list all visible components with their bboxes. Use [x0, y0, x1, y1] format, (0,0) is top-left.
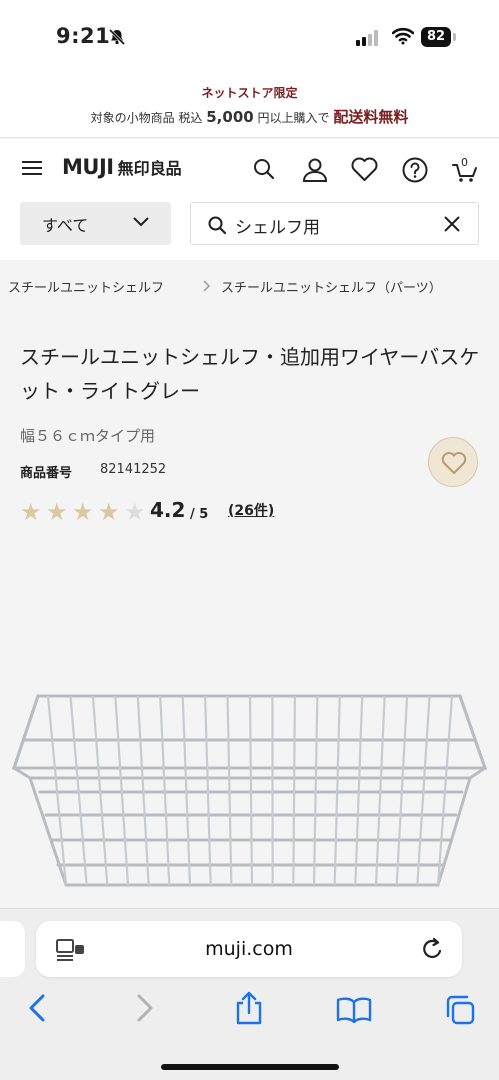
promo-headline: ネットストア限定 [201, 86, 298, 100]
search-query: シェルフ用 [235, 218, 320, 238]
product-title: スチールユニットシェルフ・追加用ワイヤーバスケット・ライトグレー [20, 345, 480, 403]
add-to-favorites-button[interactable] [428, 437, 478, 487]
help-question-icon[interactable] [402, 157, 428, 183]
promo-amount: 5,000 [206, 108, 254, 126]
share-icon[interactable] [234, 991, 264, 1025]
battery-tip [453, 33, 456, 41]
star-filled-icon: ★ [98, 498, 120, 526]
bell-slash-icon [108, 28, 126, 46]
breadcrumb: スチールユニットシェルフ スチールユニットシェルフ（パーツ） [0, 260, 499, 310]
breadcrumb-item-steel-shelf[interactable]: スチールユニットシェルフ [8, 277, 164, 296]
chevron-right-icon [203, 280, 211, 292]
tabs-overview-icon[interactable] [444, 994, 476, 1026]
product-code: 82141252 [100, 462, 167, 477]
rating-value: 4.2 [150, 498, 186, 522]
product-code-label: 商品番号 [20, 466, 73, 481]
review-count-link[interactable]: (26件) [228, 500, 274, 520]
chevron-down-icon [133, 217, 149, 227]
product-subtitle: 幅５６ｃｍタイプ用 [20, 427, 156, 445]
search-icon[interactable] [252, 157, 276, 181]
promo-suffix: 円以上購入で [257, 111, 330, 125]
wire-basket-image[interactable] [0, 680, 499, 910]
star-filled-icon: ★ [46, 498, 68, 526]
category-select[interactable]: すべて [20, 202, 171, 245]
bookmarks-book-icon[interactable] [336, 997, 372, 1023]
star-filled-icon: ★ [72, 498, 94, 526]
back-arrow-icon[interactable] [28, 994, 46, 1022]
battery-level: 82 [421, 27, 451, 47]
logo-jp-text: 無印良品 [117, 159, 182, 178]
site-header: MUJI 無印良品 [0, 139, 499, 201]
cart-count: 0 [461, 156, 468, 169]
heart-icon [441, 452, 467, 474]
previous-tab-preview[interactable] [0, 921, 25, 977]
wifi-icon [392, 27, 414, 45]
breadcrumb-item-steel-shelf-parts[interactable]: スチールユニットシェルフ（パーツ） [221, 277, 442, 296]
basket-wire [292, 695, 296, 886]
status-time: 9:21 [56, 24, 111, 48]
search-row: すべて シェルフ用 [0, 200, 499, 260]
logo-text: MUJI [62, 155, 114, 179]
category-label: すべて [42, 216, 89, 235]
clear-search-icon[interactable] [444, 216, 460, 232]
star-empty-icon: ★ [124, 498, 146, 526]
home-indicator [161, 1064, 339, 1070]
promo-banner[interactable]: ネットストア限定 対象の小物商品 税込 5,000 円以上購入で 配送料無料 [0, 74, 499, 138]
favorites-heart-icon[interactable] [351, 157, 378, 182]
muji-logo[interactable]: MUJI 無印良品 [62, 155, 182, 179]
user-account-icon[interactable] [302, 157, 328, 183]
reload-icon[interactable] [422, 937, 444, 961]
hamburger-menu-icon[interactable] [22, 160, 42, 176]
promo-free-shipping: 配送料無料 [333, 108, 409, 126]
url-text: muji.com [205, 938, 293, 960]
search-icon [208, 216, 227, 235]
rating-stars: ★ ★ ★ ★ ★ [20, 500, 150, 524]
promo-detail: 対象の小物商品 税込 5,000 円以上購入で 配送料無料 [0, 106, 499, 127]
address-bar[interactable]: muji.com [36, 921, 462, 977]
basket-wire [248, 695, 254, 886]
star-filled-icon: ★ [20, 498, 42, 526]
search-input[interactable]: シェルフ用 [190, 202, 479, 245]
cellular-signal-icon [356, 30, 378, 46]
promo-prefix: 対象の小物商品 税込 [90, 111, 203, 125]
status-bar: 9:21 82 [0, 0, 499, 74]
browser-toolbar: muji.com [0, 908, 499, 1080]
forward-arrow-icon[interactable] [136, 994, 154, 1022]
rating-max: / 5 [190, 507, 209, 522]
product-section: スチールユニットシェルフ・追加用ワイヤーバスケット・ライトグレー 幅５６ｃｍタイ… [0, 310, 499, 910]
